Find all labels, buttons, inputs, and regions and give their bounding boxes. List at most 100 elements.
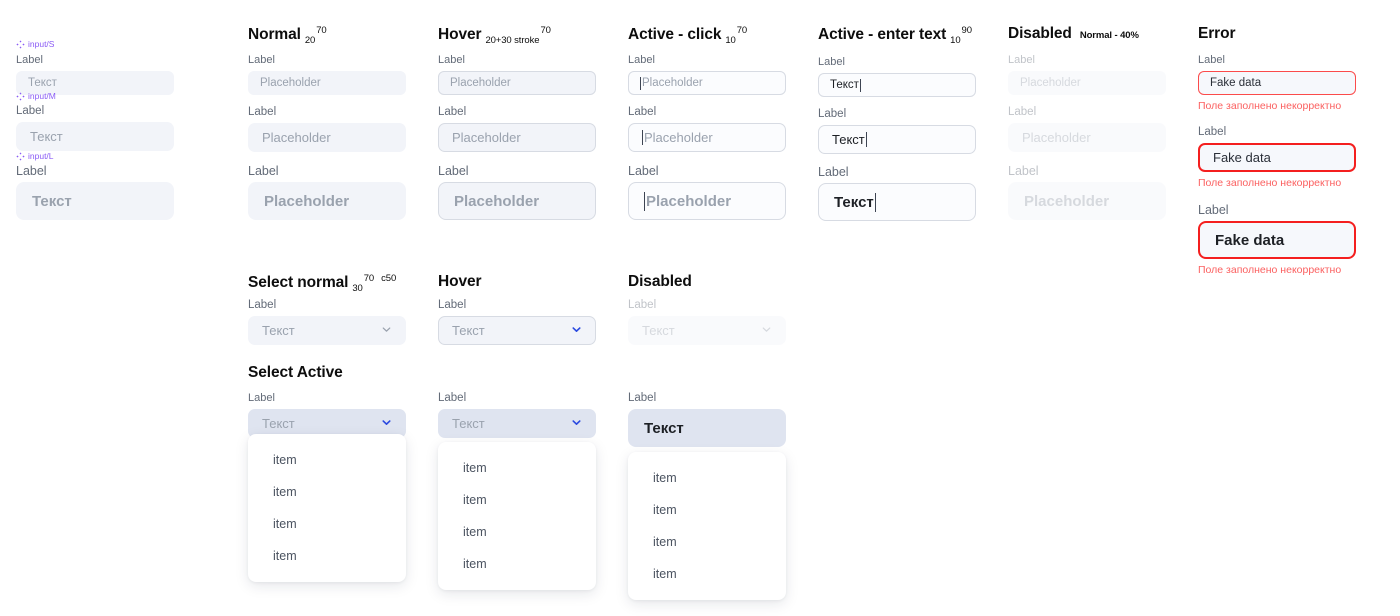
text-input-error-m[interactable]: Fake data [1198,143,1356,172]
field-source-s: Label Текст [16,53,174,95]
dropdown-item[interactable]: item [248,540,406,572]
dropdown-menu-2[interactable]: item item item item [438,442,596,590]
field-source-m: Label Текст [16,104,174,151]
input-placeholder: Placeholder [1022,130,1091,145]
text-input-hover-s[interactable]: Placeholder [438,71,596,95]
component-diamond-icon [16,91,25,101]
component-diamond-icon [16,151,25,161]
dropdown-item[interactable]: item [438,452,596,484]
field-label: Label [628,299,657,311]
field-hover-m: Label Placeholder [438,105,596,152]
section-title-select-hover: Hover [438,273,482,291]
input-placeholder: Placeholder [454,192,540,210]
field-active-click-m: Label Placeholder [628,105,786,152]
chevron-down-icon[interactable] [380,323,393,339]
dropdown-item[interactable]: item [438,548,596,580]
section-title-sub: 30 [352,283,363,295]
chevron-down-icon[interactable] [380,416,393,432]
field-select-active-1: Label Текст [248,391,406,438]
text-input-active-enter-m[interactable]: Текст [818,125,976,154]
text-input-active-enter-s[interactable]: Текст [818,73,976,97]
column-title-text: Active - enter text [818,26,947,44]
input-placeholder: Placeholder [264,192,350,210]
column-title-sub: 20+30 stroke [485,35,540,47]
chevron-down-icon [760,323,773,339]
field-label: Label [248,54,275,66]
dropdown-item[interactable]: item [628,462,786,494]
field-disabled-s: Label Placeholder [1008,53,1166,95]
column-title-sub: 10 [725,35,736,47]
text-input-l[interactable]: Текст [16,182,174,220]
field-error-s: Label Fake data Поле заполнено некоррект… [1198,53,1356,113]
select-active-2[interactable]: Текст [438,409,596,438]
input-placeholder: Placeholder [644,130,713,145]
input-value: Fake data [1215,231,1285,249]
text-input-active-click-l[interactable]: Placeholder [628,182,786,220]
dropdown-item[interactable]: item [248,508,406,540]
field-label: Label [248,106,277,118]
error-message: Поле заполнено некорректно [1198,100,1342,112]
design-spec-canvas: input/S Label Текст input/M Label Текст … [0,0,1400,616]
input-placeholder: Placeholder [452,130,521,145]
dropdown-item[interactable]: item [248,476,406,508]
text-input-error-l[interactable]: Fake data [1198,221,1356,259]
field-hover-l: Label Placeholder [438,164,596,220]
field-select-hover: Label Текст [438,298,596,345]
dropdown-menu-3[interactable]: item item item item [628,452,786,600]
text-input-error-s[interactable]: Fake data [1198,71,1356,95]
field-hover-s: Label Placeholder [438,53,596,95]
dropdown-item[interactable]: item [438,516,596,548]
input-placeholder: Placeholder [1024,192,1110,210]
text-input-normal-l[interactable]: Placeholder [248,182,406,220]
text-input-disabled-s: Placeholder [1008,71,1166,95]
field-normal-m: Label Placeholder [248,105,406,152]
field-error-l: Label Fake data Поле заполнено некоррект… [1198,203,1356,277]
text-input-active-click-s[interactable]: Placeholder [628,71,786,95]
text-input-active-enter-l[interactable]: Текст [818,183,976,221]
column-title-active-enter: Active - enter text 1090 [818,25,972,46]
field-select-normal: Label Текст [248,298,406,345]
text-input-m[interactable]: Текст [16,122,174,151]
dropdown-item[interactable]: item [628,494,786,526]
error-message: Поле заполнено некорректно [1198,264,1342,276]
section-title-text: Select Active [248,364,343,381]
dropdown-item[interactable]: item [628,558,786,590]
column-title-sup: 90 [961,25,972,36]
field-label: Label [248,392,275,404]
column-title-text: Active - click [628,26,722,44]
text-input-normal-s[interactable]: Placeholder [248,71,406,95]
select-hover[interactable]: Текст [438,316,596,345]
select-active-3[interactable]: Текст [628,409,786,447]
field-label: Label [16,164,47,178]
input-value: Текст [30,129,63,144]
column-title-hover: Hover 20+30 stroke70 [438,25,551,46]
component-diamond-icon [16,39,25,49]
input-value: Fake data [1213,150,1271,165]
field-disabled-l: Label Placeholder [1008,164,1166,220]
dropdown-item[interactable]: item [438,484,596,516]
field-disabled-m: Label Placeholder [1008,105,1166,152]
figma-component-tag-input-m: input/M [16,91,56,101]
text-input-hover-l[interactable]: Placeholder [438,182,596,220]
field-label: Label [248,299,277,311]
field-label: Label [16,54,43,66]
column-title-sub: 20 [304,35,316,47]
text-input-normal-m[interactable]: Placeholder [248,123,406,152]
input-value: Текст [834,193,874,211]
column-title-text: Disabled [1008,25,1072,42]
input-value: Fake data [1210,77,1262,89]
select-value: Текст [262,323,295,338]
field-active-click-l: Label Placeholder [628,164,786,220]
error-message: Поле заполнено некорректно [1198,177,1342,189]
chevron-down-icon[interactable] [570,323,583,339]
dropdown-item[interactable]: item [628,526,786,558]
section-title-text: Hover [438,273,482,290]
text-input-active-click-m[interactable]: Placeholder [628,123,786,152]
dropdown-item[interactable]: item [248,444,406,476]
dropdown-menu-1[interactable]: item item item item [248,434,406,582]
field-label: Label [16,105,45,117]
select-normal[interactable]: Текст [248,316,406,345]
field-source-l: Label Текст [16,164,174,220]
text-input-hover-m[interactable]: Placeholder [438,123,596,152]
chevron-down-icon[interactable] [570,416,583,432]
